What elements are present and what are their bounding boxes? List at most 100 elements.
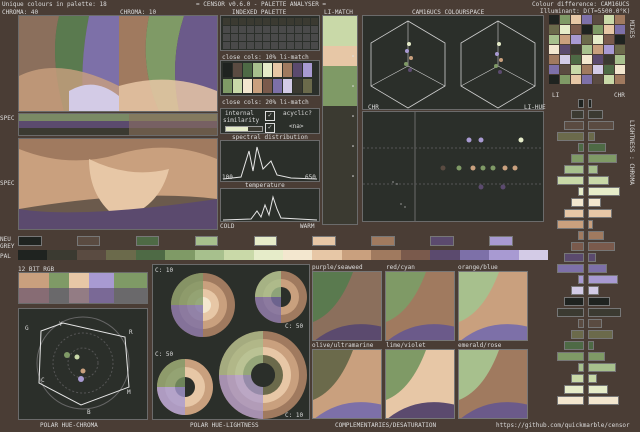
github-url[interactable]: https://github.com/quickmarble/censor: [496, 422, 630, 429]
indexed-cell: [231, 18, 238, 25]
indexed-cell: [271, 42, 278, 49]
palette-swatch: [135, 250, 166, 260]
mix-cell: [615, 45, 625, 54]
chroma-bar: [588, 242, 615, 251]
indexed-cell: [263, 18, 270, 25]
polar-hue-lightness-panel: C: 10 C: 50 C: 50 C: 10: [152, 264, 310, 420]
li-match-panel: [322, 15, 358, 225]
palette-swatch: [371, 250, 402, 260]
grey-swatch: [18, 236, 42, 246]
mix-cell: [560, 75, 570, 84]
mix-cell: [582, 75, 592, 84]
palette-swatch: [430, 250, 461, 260]
indexed-cell: [255, 18, 262, 25]
lightness-bar: [571, 198, 584, 207]
mix-cell: [549, 75, 559, 84]
ob-label: orange/blue: [458, 264, 498, 271]
chroma-bar: [588, 220, 593, 229]
acyclic-label: acyclic?: [283, 110, 312, 117]
mix-cell: [615, 15, 625, 24]
complementary-tile: [458, 349, 528, 419]
lightness-chroma-label: LIGHTNESS : CHROMA: [628, 120, 635, 186]
spectral-panel: 100 650: [220, 140, 320, 182]
palette-swatch: [194, 250, 225, 260]
complementary-tile: [312, 271, 382, 341]
lightness-bar: [571, 110, 584, 119]
chroma-bar: [588, 385, 608, 394]
chroma-bar: [588, 231, 604, 240]
lightness-bar: [578, 143, 584, 152]
rgb12-panel: [18, 272, 148, 304]
polar-hc-label: POLAR HUE-CHROMA: [40, 422, 98, 429]
chroma-bar: [588, 99, 592, 108]
similarity-bar: [225, 126, 263, 132]
mix-cell: [560, 55, 570, 64]
grey-swatch: [76, 236, 101, 246]
acyclic-check-icon[interactable]: ✓: [265, 123, 275, 133]
mix-cell: [604, 25, 614, 34]
unique-count: Unique colours in palette: 18: [2, 1, 107, 8]
chroma-bar: [588, 396, 619, 405]
close-col-cell: [303, 63, 312, 77]
indexed-cell: [239, 42, 246, 49]
indexed-cell: [303, 18, 310, 25]
close-cols-10-grid: [223, 63, 319, 95]
li-hue-panel: [362, 111, 544, 222]
indexed-cell: [279, 18, 286, 25]
indexed-cell: [223, 42, 230, 49]
chroma-bar: [588, 110, 603, 119]
lightness-bar: [557, 308, 584, 317]
ps-label: purple/seaweed: [312, 264, 363, 271]
acyclic-value: <na>: [289, 123, 304, 130]
li-hue-plot: [363, 112, 543, 221]
lightness-bar: [564, 297, 584, 306]
indexed-cell: [295, 18, 302, 25]
mix-cell: [593, 35, 603, 44]
lightness-bar: [571, 154, 584, 163]
rc-label: red/cyan: [386, 264, 415, 271]
hue-c-label: C: [41, 377, 45, 384]
neutral-grey-row: [18, 236, 548, 248]
palette-swatch: [283, 250, 313, 260]
mix-cell: [582, 55, 592, 64]
indexed-cell: [239, 34, 246, 41]
lightness-bar: [578, 319, 584, 328]
indexed-cell: [255, 42, 262, 49]
close-col-cell: [303, 79, 312, 93]
palette-swatch: [400, 250, 431, 260]
mix-cell: [593, 15, 603, 24]
indexed-cell: [295, 34, 302, 41]
chroma-bar: [588, 154, 617, 163]
chroma-bars: [588, 99, 624, 417]
mix-cell: [604, 65, 614, 74]
indexed-cell: [303, 42, 310, 49]
grey-swatch: [135, 236, 160, 246]
close-col-cell: [233, 79, 242, 93]
chroma-maps-panel: [18, 15, 218, 112]
internal-check-icon[interactable]: ✓: [265, 111, 275, 121]
indexed-cell: [255, 26, 262, 33]
lightness-bar: [557, 176, 584, 185]
indexed-cell: [263, 42, 270, 49]
lightness-bar: [564, 209, 584, 218]
chroma-bar: [588, 308, 621, 317]
indexed-cell: [295, 26, 302, 33]
close-col-cell: [253, 79, 262, 93]
chroma-bar: [588, 209, 612, 218]
temperature-curve: [222, 195, 318, 221]
lightness-bar: [557, 132, 584, 141]
hue-y-label: Y: [59, 321, 63, 328]
mix-cell: [604, 45, 614, 54]
mix-cell: [549, 25, 559, 34]
chroma-bar: [588, 187, 620, 196]
grey-swatch: [194, 236, 219, 246]
mix-cell: [560, 45, 570, 54]
close-col-cell: [243, 79, 252, 93]
palette-swatch: [18, 250, 48, 260]
lightness-bar: [571, 374, 584, 383]
close-col-cell: [283, 63, 292, 77]
app-title: = CENSOR v0.6.0 - PALETTE ANALYSER =: [196, 1, 327, 8]
illuminant-label: Illuminant: D(T=5500.0°K): [540, 8, 631, 15]
indexed-cell: [303, 34, 310, 41]
mix-cell: [571, 25, 581, 34]
